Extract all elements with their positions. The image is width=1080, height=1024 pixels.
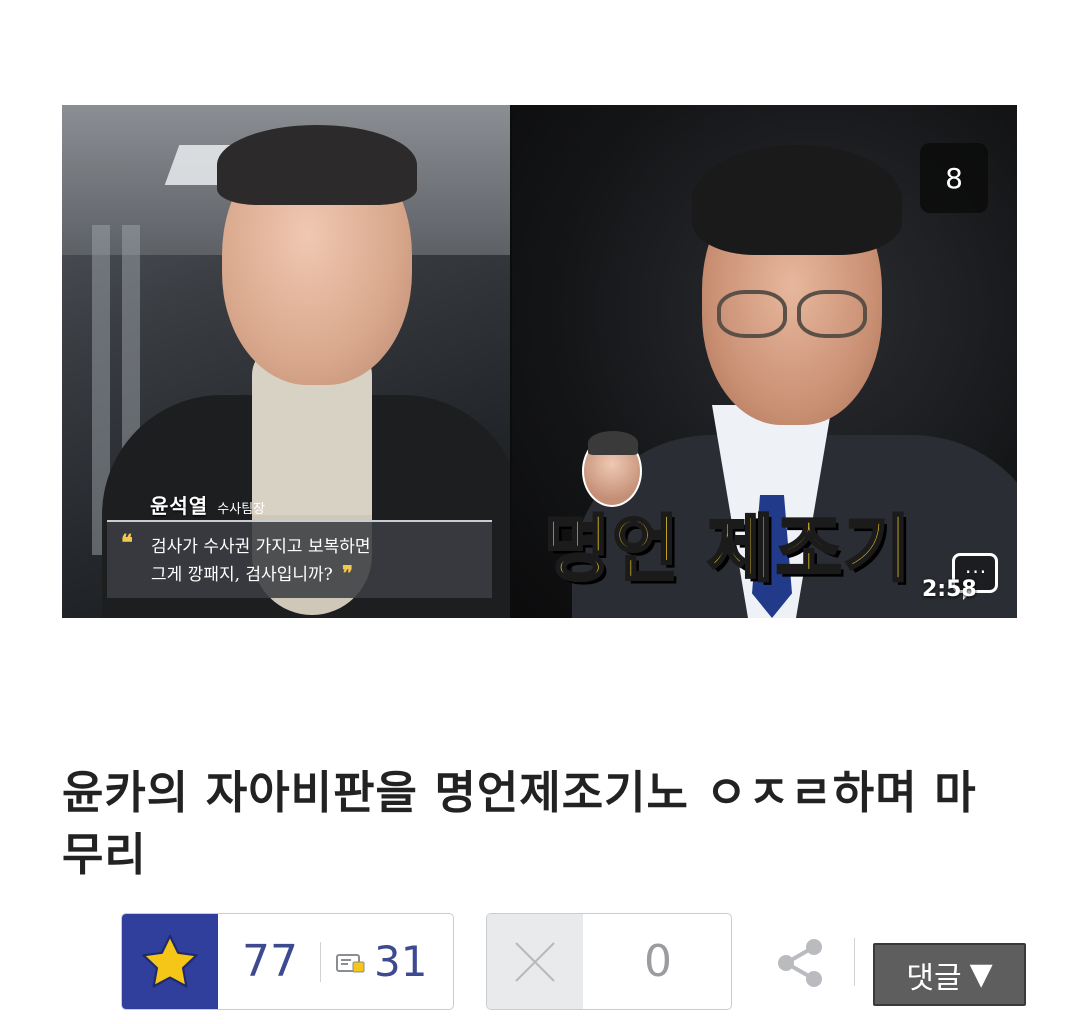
comment-toggle-button[interactable]: 댓글 ▼ [873, 943, 1026, 1006]
name-caption: 윤석열 수사팀장 [150, 490, 265, 519]
bookmark-count: 31 [374, 937, 428, 986]
open-quote-icon: ❝ [121, 530, 133, 556]
person-name: 윤석열 [150, 494, 209, 518]
video-duration: 2:58 [922, 577, 977, 602]
bookmark-card-icon[interactable] [336, 952, 366, 974]
share-icon[interactable] [772, 935, 828, 991]
downvote-button[interactable] [487, 914, 583, 1009]
quote-text: 검사가 수사권 가지고 보복하면 그게 깡패지, 검사입니까? ❞ [151, 537, 371, 585]
person-role: 수사팀장 [217, 502, 266, 517]
left-photo-panel: 윤석열 수사팀장 ❝ 검사가 수사권 가지고 보복하면 그게 깡패지, 검사입니… [62, 105, 512, 618]
x-icon [515, 941, 555, 982]
video-thumbnail[interactable]: 윤석열 수사팀장 ❝ 검사가 수사권 가지고 보복하면 그게 깡패지, 검사입니… [62, 105, 1017, 618]
downvote-group: 0 [486, 913, 732, 1010]
headline-caption: 명언 제조기 [542, 506, 913, 593]
chevron-down-icon: ▼ [969, 957, 993, 992]
downvote-count: 0 [644, 936, 672, 987]
quote-caption-box: ❝ 검사가 수사권 가지고 보복하면 그게 깡패지, 검사입니까? ❞ [107, 520, 492, 598]
image-count-badge[interactable]: 8 [920, 143, 988, 213]
post-title: 윤카의 자아비판을 명언제조기노 ㅇㅈㄹ하며 마무리 [62, 766, 977, 881]
post-page: 윤석열 수사팀장 ❝ 검사가 수사권 가지고 보복하면 그게 깡패지, 검사입니… [0, 0, 1080, 1024]
star-icon [142, 934, 198, 987]
close-quote-icon: ❞ [342, 561, 353, 585]
upvote-count: 77 [242, 936, 298, 987]
glasses-icon [717, 290, 787, 338]
upvote-group: 77 31 [121, 913, 454, 1010]
comment-button-label: 댓글 [906, 960, 962, 996]
upvote-button[interactable] [122, 914, 218, 1009]
